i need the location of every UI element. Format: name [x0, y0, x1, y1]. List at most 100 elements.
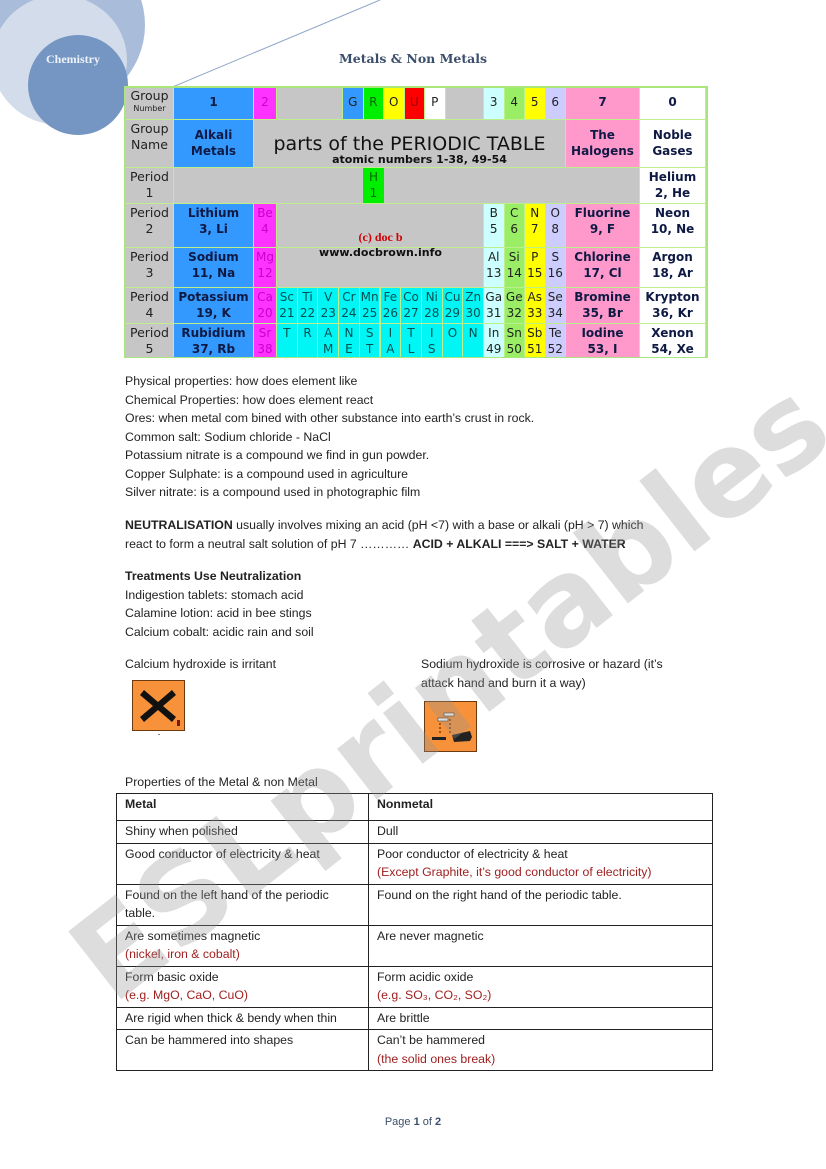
treatments-heading: Treatments Use Neutralization	[125, 569, 302, 583]
metal-cell-note: (nickel, iron & cobalt)	[125, 947, 240, 961]
nonmetal-cell-text: Poor conductor of electricity & heat	[377, 846, 568, 861]
properties-table-caption: Properties of the Metal & non Metal	[125, 775, 318, 789]
element-group2: Mg 12	[254, 248, 276, 287]
element-alkali: Lithium 3, Li	[174, 204, 253, 247]
element-pblock: Se 34	[545, 288, 565, 323]
element-group2: Sr 38	[254, 324, 276, 357]
row-label-group-name: Group Name	[126, 120, 173, 167]
header-decoration-inner	[28, 35, 128, 135]
element-pblock: Si 14	[504, 248, 524, 287]
element-pblock: As 33	[525, 288, 545, 323]
nonmetal-cell-text: Found on the right hand of the periodic …	[377, 887, 622, 902]
table-row: Form basic oxide (e.g. MgO, CaO, CuO) Form…	[116, 965, 713, 1008]
element-halogen: Chlorine 17, Cl	[566, 248, 639, 287]
table-row: Shiny when polished Dull	[116, 820, 713, 844]
transition-metals-label: NE	[339, 324, 359, 357]
corrosive-hazard-icon	[424, 701, 477, 752]
element-transition: Mn 25	[359, 288, 380, 323]
element-halogen: Bromine 35, Br	[566, 288, 639, 323]
element-halogen: Iodine 53, I	[566, 324, 639, 357]
row-label-period: Period 4	[126, 288, 173, 323]
nonmetal-cell-text: Are brittle	[377, 1010, 430, 1025]
group-name-halogens: The Halogens	[566, 120, 639, 167]
nonmetal-cell: Form acidic oxide (e.g. SO₃, CO₂, SO₂)	[368, 965, 713, 1008]
page-footer: Page 1 of 2	[0, 1116, 826, 1128]
element-noble-gas: Krypton 36, Kr	[640, 288, 705, 323]
definition-item: Physical properties: how does element li…	[125, 374, 358, 388]
group-number-5: 5	[525, 88, 545, 119]
transition-metals-label: T	[277, 324, 297, 357]
definition-item: Chemical Properties: how does element re…	[125, 392, 374, 407]
periodic-table: Group Number 1 2 G R O U P 3 4 5 6 7 0 Group Name Alkali M…	[124, 86, 708, 358]
transition-metals-label: ST	[359, 324, 380, 357]
element-helium: Helium 2, He	[640, 168, 705, 203]
transition-metals-label: IA	[380, 324, 401, 357]
metal-cell: Can be hammered into shapes	[116, 1029, 369, 1071]
document-title: Metals & Non Metals	[338, 51, 488, 66]
corrosive-caption: Sodium hydroxide is corrosive or hazard …	[421, 655, 663, 692]
treatment-item: Calcium cobalt: acidic rain and soil	[125, 624, 314, 639]
transition-metals-label: N	[463, 324, 483, 357]
table-row: Found on the left hand of the periodic t…	[116, 883, 713, 926]
neutralisation-term: NEUTRALISATION	[125, 518, 233, 532]
row-label-period: Period 2	[126, 204, 173, 247]
element-pblock: Sb 51	[525, 324, 545, 357]
element-transition: Ti 22	[297, 288, 318, 323]
periodic-table-credit: (c) doc b www.docbrown.info	[319, 230, 442, 259]
column-header-nonmetal: Nonmetal	[368, 793, 713, 821]
element-transition: Fe 26	[380, 288, 401, 323]
element-transition: Cu 29	[442, 288, 463, 323]
group-number-spacer	[445, 88, 483, 119]
transition-metals-label: IS	[421, 324, 442, 357]
metal-cell-text: Form basic oxide	[125, 969, 219, 984]
table-header-row: Metal Nonmetal	[116, 793, 713, 821]
metal-cell-text: Good conductor of electricity & heat	[125, 846, 320, 861]
total-page-count: 2	[435, 1116, 442, 1128]
transition-metals-label: AM	[318, 324, 339, 357]
definition-item: Silver nitrate: is a compound used in ph…	[125, 485, 421, 499]
transition-metals-label: R	[297, 324, 318, 357]
table-row: Good conductor of electricity & heat Poor…	[116, 842, 713, 885]
definition-item: Common salt: Sodium chloride - NaCl	[125, 429, 331, 444]
irritant-hazard-icon	[132, 680, 185, 735]
element-alkali: Rubidium 37, Rb	[174, 324, 253, 357]
element-transition: Cr 24	[339, 288, 359, 323]
group-number-4: 4	[504, 88, 524, 119]
neutralisation-text-2: react to form a neutral salt solution of…	[125, 536, 413, 551]
element-pblock: O8	[545, 204, 565, 247]
metal-cell-text: Are sometimes magnetic	[125, 928, 261, 943]
element-group2: Ca 20	[254, 288, 276, 323]
group-name-noble-gases: Noble Gases	[640, 120, 705, 167]
group-letter: P	[425, 88, 445, 119]
group-number-0: 0	[640, 88, 705, 119]
element-alkali: Sodium 11, Na	[174, 248, 253, 287]
group-number-3: 3	[484, 88, 504, 119]
element-transition: Ni 28	[421, 288, 442, 323]
period-1-spacer	[174, 168, 639, 203]
metal-cell-text: Are rigid when thick & bendy when thin	[125, 1010, 337, 1025]
row-label-group-number: Group Number	[126, 88, 173, 119]
definitions-list: Physical properties: how does element li…	[125, 372, 534, 502]
nonmetal-cell: Can’t be hammered (the solid ones break)	[368, 1029, 713, 1071]
transition-metals-label: TL	[401, 324, 421, 357]
transition-metals-label: O	[442, 324, 463, 357]
footer-middle: of	[419, 1116, 436, 1128]
group-letter: O	[384, 88, 404, 119]
element-hydrogen: H1	[363, 168, 384, 203]
group-number-1: 1	[174, 88, 253, 119]
group-letter: U	[404, 88, 424, 119]
metal-cell: Shiny when polished	[116, 820, 369, 844]
element-transition: Sc 21	[277, 288, 297, 323]
group-letter: R	[363, 88, 383, 119]
row-label-period: Period 3	[126, 248, 173, 287]
neutralisation-equation: ACID + ALKALI ===> SALT + WATER	[412, 536, 626, 551]
table-row: Are sometimes magnetic (nickel, iron & co…	[116, 924, 713, 967]
element-pblock: Te 52	[545, 324, 565, 357]
element-group2: Be 4	[254, 204, 276, 247]
element-noble-gas: Argon 18, Ar	[640, 248, 705, 287]
nonmetal-cell: Poor conductor of electricity & heat (Exc…	[368, 842, 713, 885]
metal-cell: Good conductor of electricity & heat	[116, 842, 369, 885]
element-transition: Zn 30	[463, 288, 483, 323]
element-noble-gas: Neon 10, Ne	[640, 204, 705, 247]
nonmetal-cell: Found on the right hand of the periodic …	[368, 883, 713, 926]
